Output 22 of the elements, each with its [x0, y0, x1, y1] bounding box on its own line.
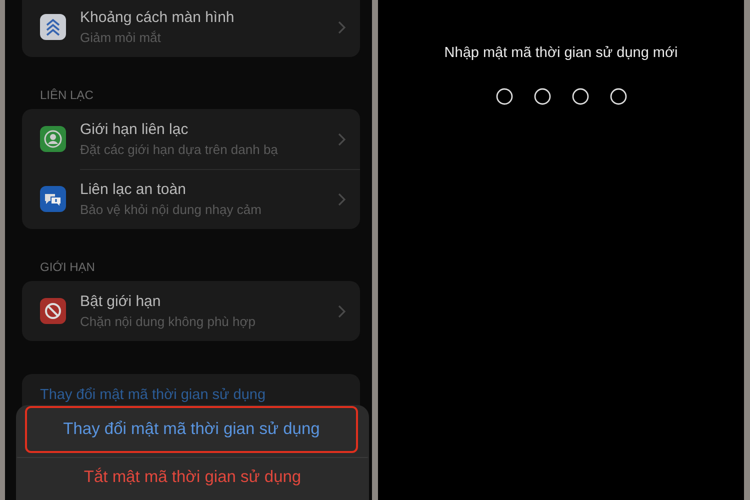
row-subtitle: Đặt các giới hạn dựa trên danh bạ — [80, 142, 279, 157]
row-title: Bật giới hạn — [80, 293, 162, 310]
row-title: Liên lạc an toàn — [80, 181, 187, 198]
chevron-icon — [338, 20, 346, 34]
change-passcode-link[interactable]: Thay đổi mật mã thời gian sử dụng — [40, 387, 266, 403]
row-title: Khoảng cách màn hình — [80, 9, 236, 26]
row-subtitle: Bảo vệ khỏi nội dung nhạy cảm — [80, 202, 262, 217]
prohibited-icon — [40, 298, 66, 324]
row-title: Giới hạn liên lạc — [80, 121, 190, 138]
row-subtitle: Giảm mỏi mắt — [80, 30, 162, 45]
section-header: LIÊN LẠC — [40, 88, 94, 102]
row-subtitle: Chặn nội dung không phù hợp — [80, 314, 256, 329]
section-header: GIỚI HẠN — [40, 260, 96, 274]
person-icon — [40, 126, 66, 152]
action-button[interactable]: Tắt mật mã thời gian sử dụng — [16, 456, 369, 500]
chat-bubbles-icon — [40, 186, 66, 212]
action-button[interactable]: Thay đổi mật mã thời gian sử dụng — [25, 406, 358, 453]
chevron-icon — [338, 132, 346, 146]
chevrons-up-icon — [40, 14, 66, 40]
chevron-icon — [338, 192, 346, 206]
chevron-icon — [338, 304, 346, 318]
passcode-prompt: Nhập mật mã thời gian sử dụng mới — [444, 45, 678, 61]
